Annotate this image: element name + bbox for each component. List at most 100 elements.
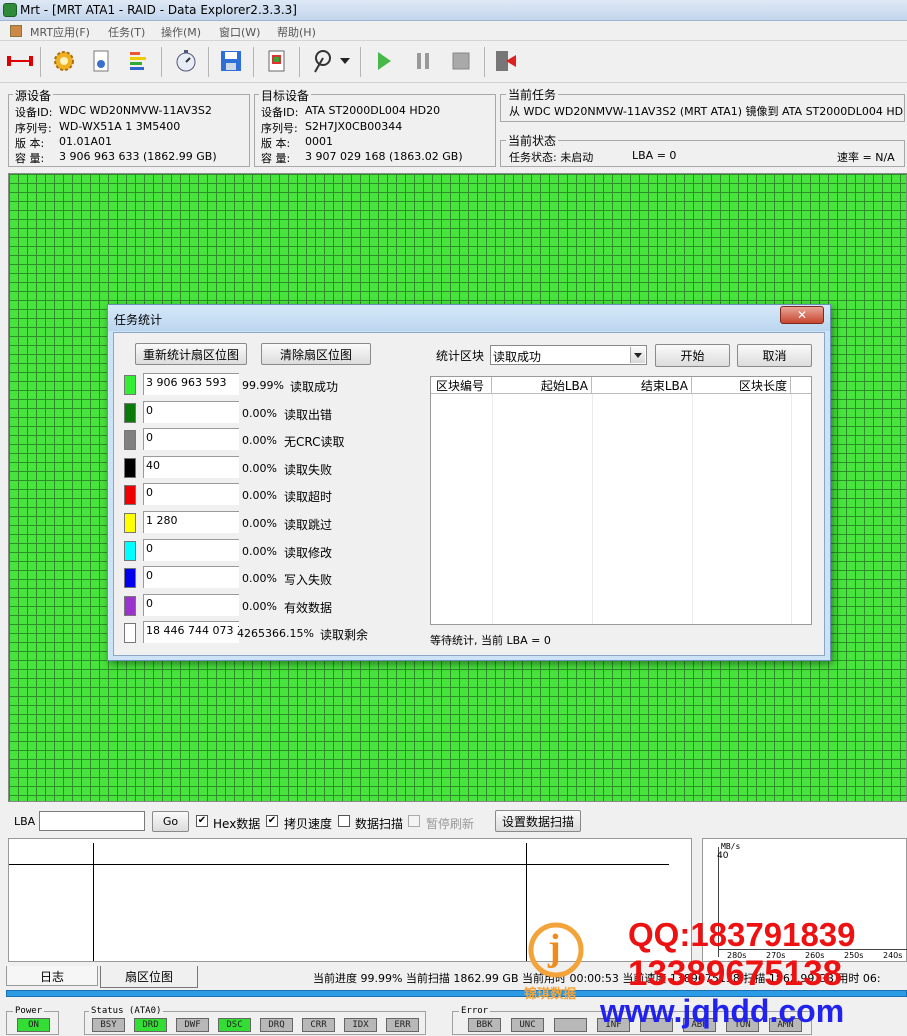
- cancel-button[interactable]: 取消: [737, 344, 812, 367]
- stat-label: 读取成功: [290, 380, 339, 394]
- error-label: Error: [459, 1006, 491, 1016]
- save-icon[interactable]: [216, 46, 246, 76]
- stat-row: 3 906 963 593 99.99% 读取成功: [124, 373, 424, 397]
- stat-percent: 4265366.15%: [237, 627, 314, 641]
- toolbar-separator: [161, 47, 162, 77]
- start-button[interactable]: 开始: [655, 344, 730, 367]
- stat-label: 读取修改: [284, 545, 333, 560]
- status-led: IDX: [344, 1018, 377, 1032]
- lba-input[interactable]: [39, 811, 145, 831]
- stat-value: 0: [143, 566, 239, 589]
- set-data-scan-button[interactable]: 设置数据扫描: [495, 810, 581, 832]
- pause-icon[interactable]: [408, 46, 438, 76]
- dialog-title: 任务统计: [114, 313, 163, 327]
- timer-icon[interactable]: [171, 46, 201, 76]
- source-cap-label: 容 量:: [15, 152, 45, 165]
- device-icon[interactable]: [86, 46, 116, 76]
- exit-icon[interactable]: [492, 46, 522, 76]
- hex-checkbox[interactable]: ✔: [196, 815, 208, 827]
- probe-icon[interactable]: [307, 46, 337, 76]
- col-block-length[interactable]: 区块长度: [692, 377, 791, 393]
- stat-percent: 0.00%: [242, 489, 277, 503]
- close-icon[interactable]: ✕: [780, 306, 824, 324]
- copy-speed-checkbox[interactable]: ✔: [266, 815, 278, 827]
- status-led: BSY: [92, 1018, 125, 1032]
- copy-doc-icon[interactable]: [262, 46, 292, 76]
- source-id: WDC WD20NMVW-11AV3S2: [59, 104, 212, 117]
- play-icon[interactable]: [369, 46, 399, 76]
- stat-value: 0: [143, 428, 239, 451]
- power-led: ON: [17, 1018, 50, 1032]
- stat-color-swatch: [124, 623, 136, 644]
- col-end-lba[interactable]: 结束LBA: [592, 377, 692, 393]
- stat-percent: 0.00%: [242, 406, 277, 420]
- current-state-group: 任务状态: 未启动 LBA = 0 速率 = N/A: [500, 140, 905, 167]
- tab-log[interactable]: 日志: [6, 966, 98, 986]
- stat-color-swatch: [124, 375, 136, 395]
- stat-value: 1 280: [143, 511, 239, 533]
- data-scan-checkbox[interactable]: [338, 815, 350, 827]
- stop-icon[interactable]: [446, 46, 476, 76]
- menu-operation[interactable]: 操作(M): [161, 24, 201, 40]
- clear-bitmap-button[interactable]: 清除扇区位图: [261, 343, 371, 365]
- copy-speed-label: 拷贝速度: [284, 817, 333, 831]
- stat-row: 0 0.00% 无CRC读取: [124, 428, 424, 452]
- reset-bitmap-button[interactable]: 重新统计扇区位图: [135, 343, 247, 365]
- error-led: UNC: [511, 1018, 544, 1032]
- target-ver: 0001: [305, 135, 333, 148]
- toolbar-separator: [208, 47, 209, 77]
- go-button[interactable]: Go: [152, 811, 189, 832]
- task-status: 任务状态: 未启动: [509, 151, 594, 164]
- watermark-phone: 13389675138: [628, 954, 843, 993]
- stat-value: 0: [143, 400, 239, 423]
- doc-icon: [10, 25, 22, 37]
- menu-mrt-app[interactable]: MRT应用(F): [30, 24, 90, 40]
- menu-help[interactable]: 帮助(H): [277, 24, 316, 40]
- col-start-lba[interactable]: 起始LBA: [492, 377, 592, 393]
- stat-percent: 99.99%: [242, 379, 284, 392]
- current-task-title: 当前任务: [506, 86, 559, 103]
- stat-block-value: 读取成功: [493, 350, 542, 364]
- menu-window[interactable]: 窗口(W): [219, 24, 260, 40]
- connect-icon[interactable]: [5, 46, 35, 76]
- menu-task[interactable]: 任务(T): [108, 24, 145, 40]
- block-table-header: 区块编号 起始LBA 结束LBA 区块长度: [431, 377, 811, 394]
- target-cap-label: 容 量:: [261, 152, 291, 165]
- tab-sector-bitmap[interactable]: 扇区位图: [100, 966, 198, 988]
- stat-row: 40 0.00% 读取失败: [124, 455, 424, 480]
- toolbar: [0, 41, 907, 83]
- stat-percent: 0.00%: [242, 517, 277, 530]
- bar-chart-icon[interactable]: [123, 46, 153, 76]
- stat-label: 读取剩余: [320, 628, 369, 643]
- watermark-logo: j 锦琪数据: [524, 920, 585, 1002]
- target-id: ATA ST2000DL004 HD20: [305, 104, 441, 117]
- target-ver-label: 版 本:: [261, 137, 291, 150]
- pause-refresh-checkbox[interactable]: [408, 815, 420, 827]
- pause-refresh-label: 暂停刷新: [426, 817, 475, 831]
- stat-row: 0 0.00% 读取修改: [124, 538, 424, 563]
- logo-letter: j: [548, 927, 561, 969]
- stat-value: 0: [143, 538, 239, 561]
- error-led: BBK: [468, 1018, 501, 1032]
- stat-label: 读取出错: [284, 407, 333, 422]
- stat-color-swatch: [124, 485, 136, 506]
- col-block-no[interactable]: 区块编号: [431, 377, 492, 393]
- log-panel[interactable]: [8, 838, 692, 962]
- stat-block-label: 统计区块: [436, 349, 485, 363]
- stat-percent: 0.00%: [242, 572, 277, 586]
- chevron-down-icon[interactable]: [630, 347, 645, 363]
- log-divider: [9, 864, 669, 865]
- status-led: CRR: [302, 1018, 335, 1032]
- source-ver-label: 版 本:: [15, 137, 45, 150]
- dropdown-arrow-icon[interactable]: [337, 46, 353, 76]
- target-id-label: 设备ID:: [261, 106, 299, 119]
- block-table[interactable]: 区块编号 起始LBA 结束LBA 区块长度: [430, 376, 812, 625]
- column-divider: [791, 394, 792, 624]
- stat-row: 18 446 744 073 7094265366.15% 读取剩余: [124, 621, 424, 645]
- current-lba: LBA = 0: [632, 149, 677, 162]
- graph-ymax: 40: [717, 851, 729, 861]
- stat-block-select[interactable]: 读取成功: [490, 345, 647, 365]
- column-divider: [492, 394, 493, 624]
- settings-gear-icon[interactable]: [49, 46, 79, 76]
- status-label: Status (ATA0): [89, 1006, 164, 1016]
